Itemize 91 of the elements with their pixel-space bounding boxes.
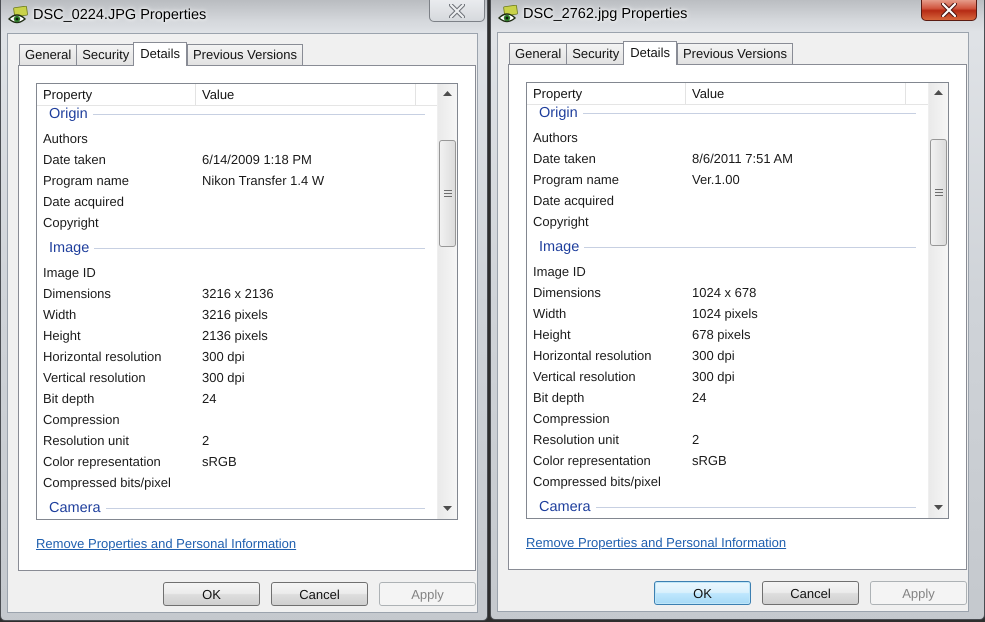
tab[interactable]: Previous Versions [676, 43, 794, 64]
tab[interactable]: General [19, 44, 78, 65]
property-name: Copyright [533, 214, 589, 229]
property-value: 300 dpi [202, 370, 245, 385]
property-name: Compressed bits/pixel [533, 474, 661, 489]
property-value: 1024 pixels [692, 306, 758, 321]
grip-icon [444, 190, 452, 197]
down-arrow-icon[interactable] [934, 505, 943, 510]
file-eye-icon [498, 5, 518, 25]
property-value: 24 [202, 391, 216, 406]
property-value: sRGB [202, 454, 237, 469]
tab[interactable]: General [509, 43, 568, 64]
property-value: 300 dpi [692, 348, 735, 363]
property-value: 1024 x 678 [692, 285, 756, 300]
property-name: Image ID [533, 264, 586, 279]
property-value: 6/14/2009 1:18 PM [202, 152, 312, 167]
property-value: 2 [692, 432, 700, 447]
property-name: Width [533, 306, 566, 321]
tab[interactable]: Security [76, 44, 136, 65]
window-title: DSC_0224.JPG Properties [33, 7, 206, 23]
remove-properties-link[interactable]: Remove Properties and Personal Information [36, 536, 296, 551]
group-heading: Origin [49, 106, 88, 122]
file-eye-icon [8, 6, 28, 26]
property-name: Program name [43, 173, 129, 188]
property-name: Authors [43, 131, 88, 146]
column-header[interactable]: Value [686, 83, 906, 104]
property-name: Bit depth [533, 390, 584, 405]
close-button[interactable] [921, 0, 977, 21]
property-value: 300 dpi [202, 349, 245, 364]
group-heading: Camera [539, 499, 591, 515]
property-name: Horizontal resolution [533, 348, 652, 363]
up-arrow-icon[interactable] [934, 90, 943, 95]
property-name: Color representation [533, 453, 651, 468]
column-header[interactable]: Property [527, 83, 686, 104]
group-heading: Image [49, 240, 90, 256]
property-value: 2136 pixels [202, 328, 268, 343]
group-heading: Camera [49, 500, 101, 516]
property-name: Dimensions [43, 286, 111, 301]
remove-properties-link[interactable]: Remove Properties and Personal Information [526, 535, 786, 550]
property-name: Date taken [533, 151, 596, 166]
property-value: Nikon Transfer 1.4 W [202, 173, 324, 188]
property-value: 8/6/2011 7:51 AM [692, 151, 793, 166]
property-name: Dimensions [533, 285, 601, 300]
property-name: Height [43, 328, 81, 343]
tab[interactable]: Details [133, 42, 187, 66]
property-value: 300 dpi [692, 369, 735, 384]
property-name: Resolution unit [43, 433, 129, 448]
property-value: 2 [202, 433, 210, 448]
group-heading: Image [539, 239, 580, 255]
property-name: Compression [533, 411, 610, 426]
property-name: Width [43, 307, 76, 322]
property-name: Image ID [43, 265, 96, 280]
tab[interactable]: Details [623, 41, 677, 65]
property-value: 3216 pixels [202, 307, 268, 322]
window-title: DSC_2762.jpg Properties [523, 6, 688, 22]
grip-icon [934, 189, 942, 196]
property-name: Horizontal resolution [43, 349, 162, 364]
group-heading: Origin [539, 105, 578, 121]
property-name: Date acquired [533, 193, 614, 208]
ok-button[interactable]: OK [654, 581, 751, 605]
property-name: Compression [43, 412, 120, 427]
tab[interactable]: Previous Versions [186, 44, 304, 65]
down-arrow-icon[interactable] [443, 506, 452, 511]
property-name: Program name [533, 172, 619, 187]
scrollbar-thumb[interactable] [930, 139, 947, 246]
property-name: Date acquired [43, 194, 124, 209]
property-name: Compressed bits/pixel [43, 475, 171, 490]
property-value: 24 [692, 390, 706, 405]
up-arrow-icon[interactable] [443, 91, 452, 96]
tab[interactable]: Security [566, 43, 626, 64]
property-name: Color representation [43, 454, 161, 469]
cancel-button[interactable]: Cancel [762, 581, 859, 605]
property-name: Height [533, 327, 571, 342]
property-name: Vertical resolution [43, 370, 146, 385]
property-value: 3216 x 2136 [202, 286, 274, 301]
ok-button[interactable]: OK [163, 582, 260, 606]
property-name: Bit depth [43, 391, 94, 406]
property-name: Resolution unit [533, 432, 619, 447]
property-value: sRGB [692, 453, 727, 468]
property-value: 678 pixels [692, 327, 751, 342]
property-name: Copyright [43, 215, 99, 230]
column-header[interactable]: Value [196, 84, 416, 105]
close-icon [941, 2, 957, 16]
property-value: Ver.1.00 [692, 172, 740, 187]
cancel-button[interactable]: Cancel [271, 582, 368, 606]
scrollbar-thumb[interactable] [439, 140, 456, 247]
close-icon [449, 4, 465, 18]
property-name: Vertical resolution [533, 369, 636, 384]
property-name: Authors [533, 130, 578, 145]
property-name: Date taken [43, 152, 106, 167]
column-header[interactable]: Property [37, 84, 196, 105]
